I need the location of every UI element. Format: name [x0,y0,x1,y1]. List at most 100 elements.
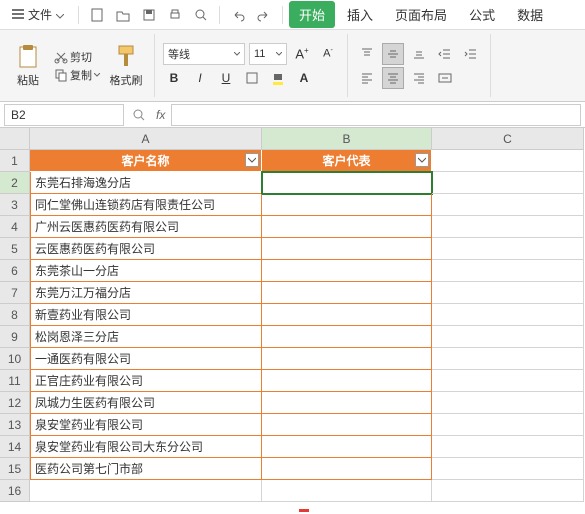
border-button[interactable] [241,67,263,89]
select-all-corner[interactable] [0,128,30,150]
table-cell[interactable]: 云医惠药医药有限公司 [30,238,262,260]
row-header[interactable]: 5 [0,238,30,260]
cell[interactable] [432,150,584,172]
cell[interactable] [262,480,432,502]
cell[interactable] [432,194,584,216]
row-header[interactable]: 7 [0,282,30,304]
fill-color-button[interactable] [267,67,289,89]
font-color-button[interactable]: A [293,67,315,89]
cell[interactable] [432,238,584,260]
row-header[interactable]: 8 [0,304,30,326]
table-cell[interactable] [262,370,432,392]
undo-icon[interactable] [226,3,250,27]
table-cell[interactable]: 新壹药业有限公司 [30,304,262,326]
table-cell[interactable] [262,172,432,194]
table-cell[interactable]: 东莞万江万福分店 [30,282,262,304]
table-cell[interactable] [262,414,432,436]
tab-insert[interactable]: 插入 [337,1,383,28]
save-icon[interactable] [137,3,161,27]
open-file-icon[interactable] [111,3,135,27]
table-cell[interactable] [262,216,432,238]
cell[interactable] [30,480,262,502]
merge-cells-icon[interactable] [434,67,456,89]
align-center-icon[interactable] [382,67,404,89]
increase-indent-icon[interactable] [460,43,482,65]
align-top-icon[interactable] [356,43,378,65]
table-cell[interactable] [262,326,432,348]
table-cell[interactable] [262,436,432,458]
cell[interactable] [432,414,584,436]
cell[interactable] [432,370,584,392]
filter-button-a[interactable] [245,153,259,167]
bold-button[interactable]: B [163,67,185,89]
align-middle-icon[interactable] [382,43,404,65]
row-header[interactable]: 2 [0,172,30,194]
table-cell[interactable]: 医药公司第七门市部 [30,458,262,480]
cell[interactable] [432,260,584,282]
fx-icon[interactable]: fx [150,108,171,122]
cell[interactable] [432,282,584,304]
align-left-icon[interactable] [356,67,378,89]
paste-button[interactable]: 粘贴 [8,36,48,96]
header-cell-b[interactable]: 客户代表 [262,150,432,172]
table-cell[interactable] [262,238,432,260]
increase-font-icon[interactable]: A+ [291,43,313,65]
table-cell[interactable]: 凤城力生医药有限公司 [30,392,262,414]
table-cell[interactable] [262,282,432,304]
table-cell[interactable]: 广州云医惠药医药有限公司 [30,216,262,238]
align-right-icon[interactable] [408,67,430,89]
row-header[interactable]: 6 [0,260,30,282]
cell[interactable] [432,392,584,414]
table-cell[interactable]: 松岗恩泽三分店 [30,326,262,348]
row-header[interactable]: 9 [0,326,30,348]
row-header[interactable]: 1 [0,150,30,172]
table-cell[interactable] [262,304,432,326]
table-cell[interactable] [262,194,432,216]
cut-button[interactable]: 剪切 [50,49,104,65]
table-cell[interactable] [262,458,432,480]
font-size-combo[interactable]: 11 [249,43,287,65]
cell[interactable] [432,326,584,348]
formula-bar[interactable] [171,104,581,126]
decrease-indent-icon[interactable] [434,43,456,65]
filter-button-b[interactable] [415,153,429,167]
row-header[interactable]: 14 [0,436,30,458]
col-header-b[interactable]: B [262,128,432,150]
table-cell[interactable] [262,392,432,414]
cell[interactable] [432,216,584,238]
table-cell[interactable]: 一通医药有限公司 [30,348,262,370]
tab-layout[interactable]: 页面布局 [385,1,457,28]
row-header[interactable]: 4 [0,216,30,238]
cell[interactable] [432,436,584,458]
cell[interactable] [432,172,584,194]
cell[interactable] [432,304,584,326]
font-name-combo[interactable]: 等线 [163,43,245,65]
tab-start[interactable]: 开始 [289,1,335,28]
col-header-a[interactable]: A [30,128,262,150]
row-header[interactable]: 12 [0,392,30,414]
name-box[interactable]: B2 [4,104,124,126]
underline-button[interactable]: U [215,67,237,89]
row-header[interactable]: 16 [0,480,30,502]
table-cell[interactable]: 东莞石排海逸分店 [30,172,262,194]
col-header-c[interactable]: C [432,128,584,150]
table-cell[interactable]: 东莞茶山一分店 [30,260,262,282]
find-icon[interactable] [128,104,150,126]
table-cell[interactable]: 泉安堂药业有限公司 [30,414,262,436]
print-icon[interactable] [163,3,187,27]
row-header[interactable]: 13 [0,414,30,436]
cell[interactable] [432,480,584,502]
print-preview-icon[interactable] [189,3,213,27]
new-file-icon[interactable] [85,3,109,27]
tab-data[interactable]: 数据 [507,1,553,28]
table-cell[interactable] [262,348,432,370]
italic-button[interactable]: I [189,67,211,89]
table-cell[interactable]: 同仁堂佛山连锁药店有限责任公司 [30,194,262,216]
row-header[interactable]: 15 [0,458,30,480]
row-header[interactable]: 10 [0,348,30,370]
cell[interactable] [432,348,584,370]
cell[interactable] [432,458,584,480]
table-cell[interactable] [262,260,432,282]
header-cell-a[interactable]: 客户名称 [30,150,262,172]
menu-file[interactable]: 文件 [4,3,72,27]
